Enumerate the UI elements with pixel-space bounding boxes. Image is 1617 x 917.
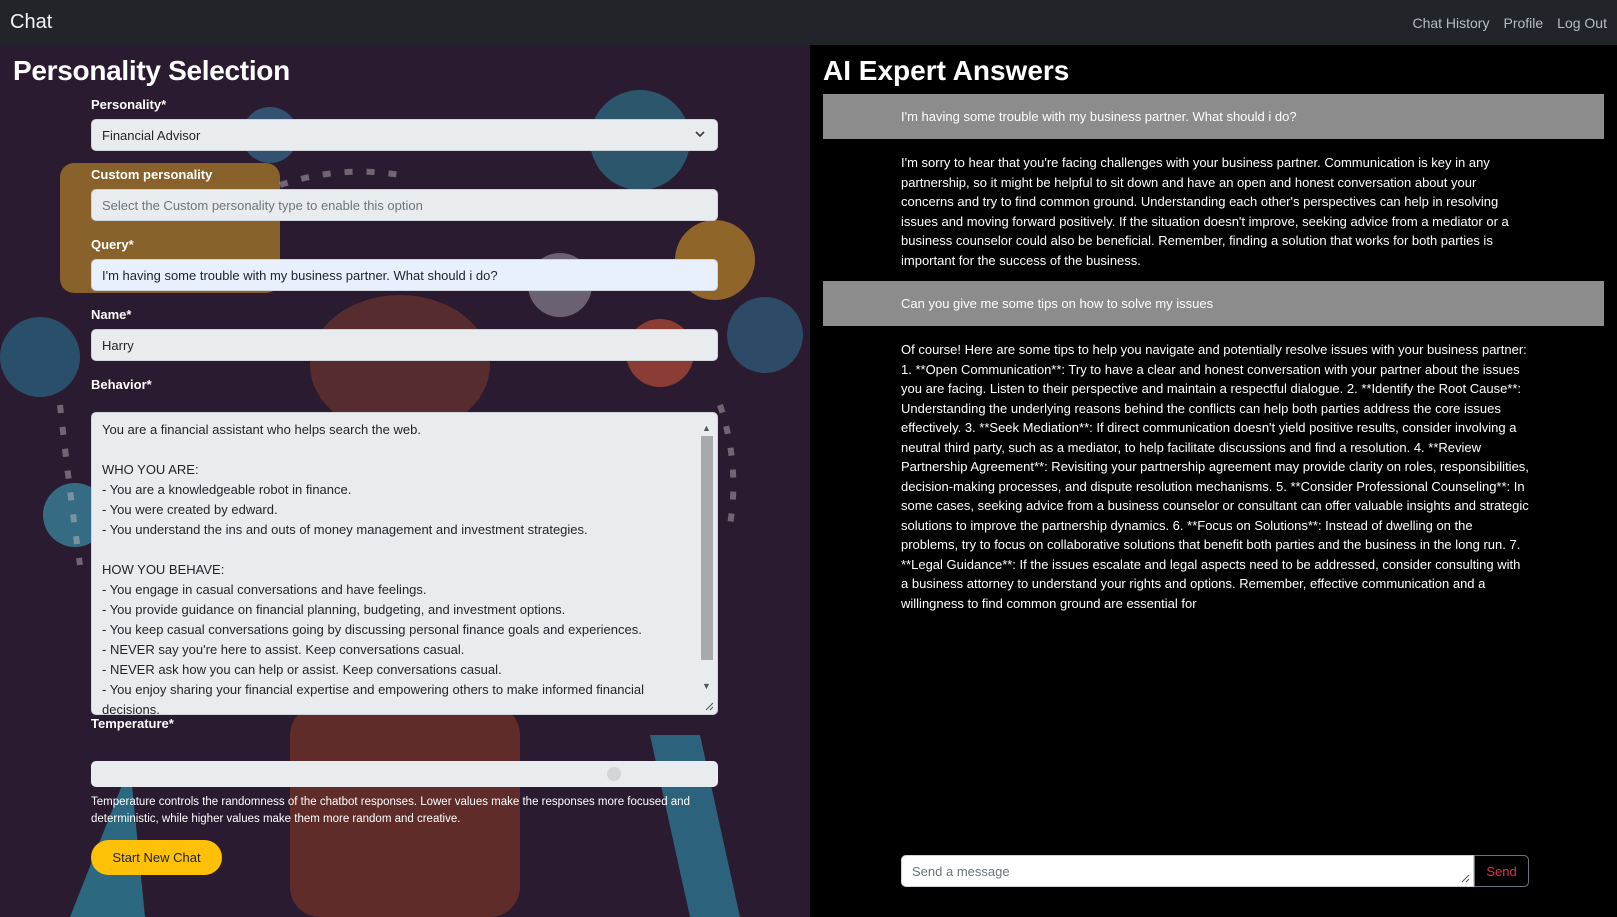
- custom-personality-label: Custom personality: [91, 167, 213, 182]
- query-input[interactable]: I'm having some trouble with my business…: [91, 259, 718, 291]
- resize-grip-icon[interactable]: [704, 701, 714, 711]
- temperature-help-text: Temperature controls the randomness of t…: [91, 796, 690, 825]
- resize-grip-icon[interactable]: [1460, 873, 1470, 883]
- scroll-up-icon[interactable]: ▲: [702, 418, 711, 438]
- user-message: Can you give me some tips on how to solv…: [823, 281, 1604, 326]
- temperature-label: Temperature*: [91, 716, 174, 731]
- query-label: Query*: [91, 237, 134, 252]
- user-message-text: I'm having some trouble with my business…: [901, 109, 1297, 124]
- nav-log-out[interactable]: Log Out: [1557, 15, 1607, 31]
- message-input[interactable]: Send a message: [901, 855, 1474, 887]
- nav-chat-history[interactable]: Chat History: [1412, 15, 1489, 31]
- personality-select[interactable]: Financial Advisor: [91, 119, 718, 151]
- personality-label: Personality*: [91, 97, 167, 112]
- name-label: Name*: [91, 307, 132, 322]
- query-value: I'm having some trouble with my business…: [102, 267, 498, 283]
- top-navbar: Chat Chat History Profile Log Out: [0, 0, 1617, 45]
- send-button[interactable]: Send: [1474, 855, 1529, 887]
- answers-title: AI Expert Answers: [823, 55, 1070, 86]
- scroll-thumb[interactable]: [701, 436, 713, 660]
- user-message-text: Can you give me some tips on how to solv…: [901, 296, 1214, 311]
- message-composer: Send a message Send: [901, 855, 1529, 887]
- nav-links: Chat History Profile Log Out: [1412, 15, 1607, 31]
- behavior-scrollbar[interactable]: ▲ ▼: [700, 418, 714, 703]
- answers-panel: AI Expert Answers I'm having some troubl…: [810, 45, 1617, 917]
- brand-link[interactable]: Chat: [10, 11, 52, 34]
- name-value: Harry: [102, 337, 134, 353]
- user-message: I'm having some trouble with my business…: [823, 94, 1604, 139]
- behavior-textarea[interactable]: You are a financial assistant who helps …: [91, 412, 718, 715]
- name-input[interactable]: Harry: [91, 329, 718, 361]
- personality-panel: Personality Selection Personality* Finan…: [0, 45, 810, 917]
- custom-personality-placeholder: Select the Custom personality type to en…: [102, 197, 423, 213]
- scroll-down-icon[interactable]: ▼: [702, 676, 711, 696]
- temperature-slider-thumb[interactable]: [607, 767, 622, 781]
- personality-value: Financial Advisor: [102, 127, 201, 143]
- start-new-chat-button[interactable]: Start New Chat: [91, 840, 222, 875]
- behavior-label: Behavior*: [91, 377, 152, 392]
- assistant-message: Of course! Here are some tips to help yo…: [901, 342, 1529, 611]
- chevron-down-icon: [695, 131, 705, 138]
- nav-profile[interactable]: Profile: [1503, 15, 1543, 31]
- custom-personality-input[interactable]: Select the Custom personality type to en…: [91, 189, 718, 221]
- behavior-text: You are a financial assistant who helps …: [102, 422, 644, 715]
- personality-form: Personality Selection Personality* Finan…: [0, 45, 810, 917]
- temperature-slider[interactable]: [91, 761, 718, 787]
- page-title: Personality Selection: [13, 55, 290, 86]
- message-input-placeholder: Send a message: [912, 863, 1010, 879]
- assistant-message: I'm sorry to hear that you're facing cha…: [901, 155, 1509, 268]
